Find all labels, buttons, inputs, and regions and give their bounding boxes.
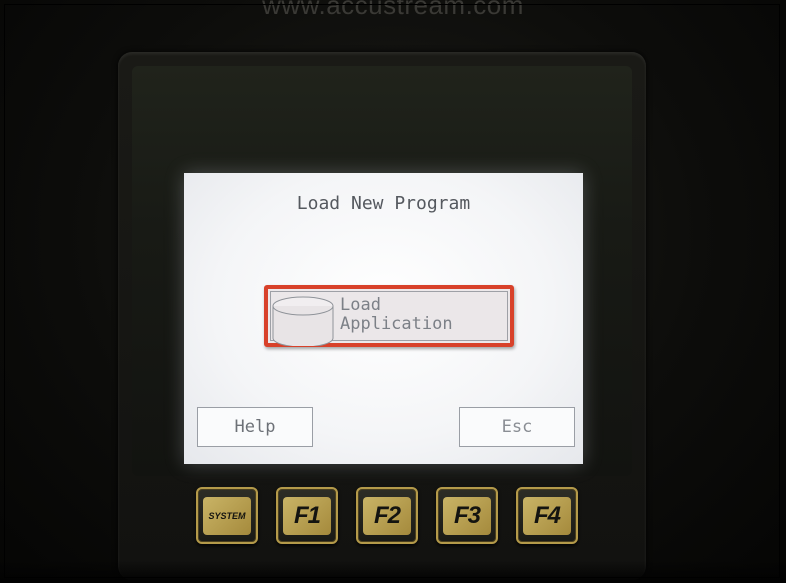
system-key-face: SYSTEM [203,496,251,535]
f1-key-face: F1 [283,496,331,535]
f3-key[interactable]: F3 [436,487,498,544]
load-application-button[interactable]: Load Application [264,285,514,347]
bottom-shadow [0,560,786,583]
brand-url: www.accustream.com [262,0,524,20]
esc-button[interactable]: Esc [459,407,575,447]
f1-key-label: F1 [293,501,321,529]
f3-key-label: F3 [453,501,481,529]
system-key-label: SYSTEM [208,510,246,521]
system-key[interactable]: SYSTEM [196,487,258,544]
f4-key-label: F4 [533,501,561,529]
f1-key[interactable]: F1 [276,487,338,544]
lcd-screen: Load New Program Load Application Help E… [184,173,583,464]
database-icon [272,296,334,346]
f2-key[interactable]: F2 [356,487,418,544]
device-photo: www.accustream.com Load New Program Load… [0,0,786,583]
f2-key-face: F2 [363,496,411,535]
f3-key-face: F3 [443,496,491,535]
f4-key[interactable]: F4 [516,487,578,544]
help-button[interactable]: Help [197,407,313,447]
load-application-label: Load Application [340,295,453,334]
load-application-button-face: Load Application [270,291,508,346]
screen-title: Load New Program [296,193,471,214]
f2-key-label: F2 [373,501,401,529]
f4-key-face: F4 [523,496,571,535]
